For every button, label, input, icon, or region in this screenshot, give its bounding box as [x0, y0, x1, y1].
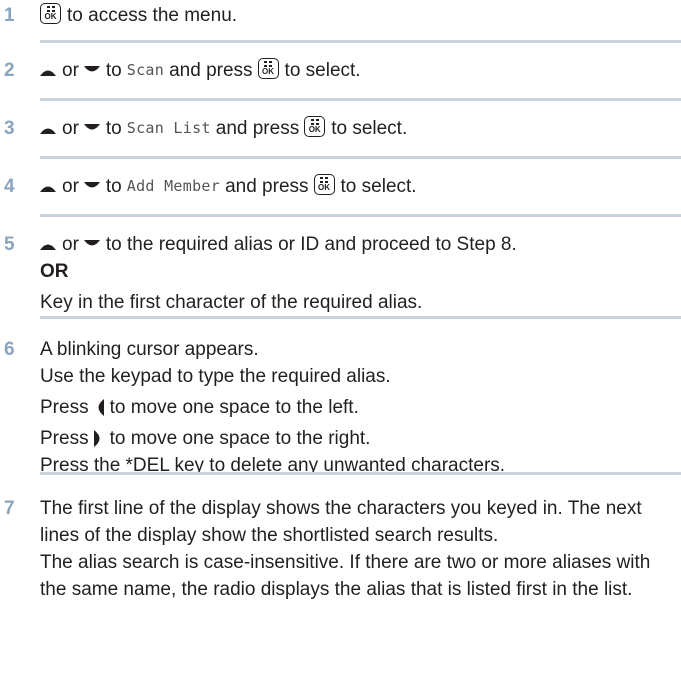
instruction-line: Press to move one space to the left.	[40, 394, 680, 421]
step-divider	[40, 40, 681, 43]
menu-item-name: Scan List	[126, 119, 211, 137]
instruction-text: to select.	[284, 60, 361, 81]
instruction-line: or to the required alias or ID and procee…	[40, 231, 680, 258]
step-instructions: or to Scan List and press OK to select.	[40, 115, 680, 142]
instruction-text: or	[62, 60, 79, 81]
step-instructions: or to Add Member and press OK to select.	[40, 173, 680, 200]
step-divider	[40, 472, 681, 475]
step-divider	[40, 98, 681, 101]
instruction-text: to select.	[340, 176, 417, 197]
instruction-line: OK to access the menu.	[40, 2, 680, 29]
instruction-text: Use the keypad to type the required alia…	[40, 366, 391, 387]
step-divider	[40, 214, 681, 217]
menu-ok-key-icon: OK	[257, 58, 279, 79]
or-label: OR	[40, 261, 69, 282]
instruction-text: to	[105, 60, 122, 81]
instruction-paragraph: The first line of the display shows the …	[40, 498, 642, 546]
menu-ok-key-icon: OK	[40, 3, 61, 24]
instruction-text: to access the menu.	[67, 5, 238, 26]
down-arrow-key-icon	[83, 181, 100, 187]
menu-item-name: Scan	[126, 61, 165, 79]
step-number: 1	[4, 5, 15, 26]
step-number: 2	[4, 60, 15, 81]
instruction-text: to move one space to the right.	[109, 428, 371, 449]
instruction-text: to the required alias or ID and proceed …	[105, 234, 517, 255]
up-arrow-key-icon	[40, 186, 56, 192]
instruction-line: or to Scan and press OK to select.	[40, 57, 680, 84]
instruction-line: or to Scan List and press OK to select.	[40, 115, 680, 142]
left-arrow-key-icon	[98, 399, 104, 416]
step-instructions: or to Scan and press OK to select.	[40, 57, 680, 84]
right-arrow-key-icon	[93, 430, 100, 447]
instruction-text: and press	[169, 60, 253, 81]
procedure-document: 1 OK to access the menu. 2 or to Scan and press…	[0, 0, 681, 694]
step-instructions: The first line of the display shows the …	[40, 495, 680, 603]
instruction-text: A blinking cursor appears.	[40, 339, 259, 360]
instruction-line: or to Add Member and press OK to select.	[40, 173, 680, 200]
instruction-line: Press to move one space to the right.	[40, 425, 680, 452]
step-number: 6	[4, 339, 15, 360]
instruction-text: and press	[225, 176, 309, 197]
menu-ok-key-icon: OK	[304, 116, 326, 137]
instruction-line: Use the keypad to type the required alia…	[40, 363, 680, 390]
instruction-paragraph: The alias search is case-insensitive. If…	[40, 552, 651, 600]
instruction-line: Key in the first character of the requir…	[40, 289, 680, 316]
step-number: 7	[4, 498, 15, 519]
instruction-line: OR	[40, 258, 680, 285]
instruction-line: A blinking cursor appears.	[40, 336, 680, 363]
up-arrow-key-icon	[40, 128, 56, 134]
up-arrow-key-icon	[40, 70, 56, 76]
instruction-text: to move one space to the left.	[109, 397, 359, 418]
menu-item-name: Add Member	[126, 177, 221, 195]
step-number: 3	[4, 118, 15, 139]
instruction-text: or	[62, 234, 79, 255]
instruction-text: to	[105, 176, 122, 197]
step-instructions: A blinking cursor appears. Use the keypad…	[40, 336, 680, 479]
instruction-text: Key in the first character of the requir…	[40, 292, 423, 313]
instruction-text: or	[62, 176, 79, 197]
step-number: 5	[4, 234, 15, 255]
instruction-text: Press	[40, 397, 89, 418]
instruction-text: to	[105, 118, 122, 139]
step-instructions: OK to access the menu.	[40, 2, 680, 29]
up-arrow-key-icon	[40, 244, 56, 250]
instruction-text: to select.	[331, 118, 408, 139]
step-divider	[40, 156, 681, 159]
down-arrow-key-icon	[83, 65, 100, 71]
down-arrow-key-icon	[83, 123, 100, 129]
menu-ok-key-icon: OK	[313, 174, 335, 195]
step-divider	[40, 316, 681, 319]
instruction-text: Press	[40, 428, 89, 449]
down-arrow-key-icon	[83, 239, 100, 245]
step-number: 4	[4, 176, 15, 197]
instruction-text: or	[62, 118, 79, 139]
step-instructions: or to the required alias or ID and procee…	[40, 231, 680, 316]
instruction-text: and press	[215, 118, 300, 139]
